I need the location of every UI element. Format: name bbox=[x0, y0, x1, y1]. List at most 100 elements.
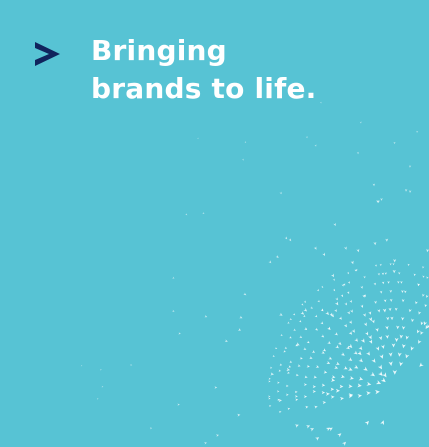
pattern-arrow-mark bbox=[423, 321, 428, 326]
brand-banner: Bringing brands to life. bbox=[0, 0, 429, 447]
pattern-arrow-mark bbox=[294, 390, 298, 394]
pattern-arrow-mark bbox=[393, 141, 396, 145]
pattern-arrow-mark bbox=[316, 288, 319, 292]
pattern-arrow-mark bbox=[363, 322, 367, 327]
pattern-arrow-mark bbox=[295, 398, 299, 402]
pattern-arrow-mark bbox=[80, 365, 83, 367]
pattern-arrow-mark bbox=[332, 278, 335, 281]
pattern-arrow-mark bbox=[347, 271, 349, 275]
pattern-arrow-mark bbox=[354, 269, 357, 272]
pattern-arrow-mark bbox=[214, 386, 218, 389]
pattern-arrow-mark bbox=[379, 290, 383, 294]
pattern-arrow-mark bbox=[373, 282, 376, 286]
pattern-arrow-mark bbox=[268, 395, 271, 398]
pattern-arrow-mark bbox=[269, 405, 272, 408]
pattern-arrow-mark bbox=[348, 384, 353, 389]
pattern-arrow-mark bbox=[366, 381, 372, 386]
pattern-arrow-mark bbox=[292, 313, 296, 316]
pattern-arrow-mark bbox=[310, 306, 313, 309]
pattern-arrow-mark bbox=[304, 375, 308, 379]
pattern-arrow-mark bbox=[270, 372, 274, 376]
pattern-arrow-mark bbox=[333, 222, 336, 227]
pattern-arrow-mark bbox=[398, 272, 401, 275]
pattern-arrow-mark bbox=[305, 136, 308, 139]
pattern-arrow-mark bbox=[393, 259, 397, 263]
pattern-arrow-mark bbox=[321, 383, 326, 387]
pattern-arrow-mark bbox=[202, 212, 205, 214]
pattern-arrow-mark bbox=[394, 337, 399, 342]
pattern-arrow-mark bbox=[342, 441, 346, 446]
pattern-arrow-mark bbox=[379, 263, 382, 267]
pattern-arrow-mark bbox=[274, 347, 278, 349]
pattern-arrow-mark bbox=[381, 281, 385, 285]
pattern-arrow-mark bbox=[368, 334, 372, 340]
pattern-arrow-mark bbox=[366, 391, 371, 396]
pattern-arrow-mark bbox=[306, 425, 311, 429]
pattern-arrow-mark bbox=[362, 313, 366, 317]
pattern-arrow-mark bbox=[320, 321, 324, 325]
pattern-arrow-mark bbox=[396, 325, 400, 330]
pattern-arrow-mark bbox=[335, 361, 340, 365]
pattern-arrow-mark bbox=[197, 137, 199, 140]
pattern-arrow-mark bbox=[357, 383, 362, 388]
pattern-arrow-mark bbox=[339, 397, 344, 401]
pattern-arrow-mark bbox=[402, 325, 406, 330]
pattern-arrow-mark bbox=[303, 308, 308, 312]
pattern-arrow-mark bbox=[413, 273, 416, 277]
pattern-arrow-mark bbox=[327, 340, 331, 344]
pattern-arrow-mark bbox=[306, 340, 310, 344]
pattern-arrow-mark bbox=[279, 191, 282, 195]
pattern-arrow-mark bbox=[325, 392, 330, 396]
pattern-arrow-mark bbox=[315, 365, 320, 368]
pattern-arrow-mark bbox=[382, 372, 387, 378]
pattern-arrow-mark bbox=[312, 385, 316, 389]
pattern-arrow-mark bbox=[314, 144, 317, 147]
pattern-arrow-mark bbox=[277, 390, 280, 393]
pattern-arrow-mark bbox=[328, 356, 333, 360]
pattern-arrow-mark bbox=[177, 403, 180, 406]
pattern-arrow-mark bbox=[321, 285, 324, 288]
pattern-arrow-mark bbox=[409, 165, 412, 168]
pattern-arrow-mark bbox=[389, 298, 393, 302]
pattern-arrow-mark bbox=[380, 198, 383, 201]
pattern-arrow-mark bbox=[314, 405, 318, 409]
pattern-arrow-mark bbox=[295, 395, 298, 398]
pattern-arrow-mark bbox=[380, 377, 386, 383]
pattern-arrow-mark bbox=[424, 303, 428, 308]
pattern-arrow-mark bbox=[343, 246, 347, 250]
pattern-arrow-mark bbox=[374, 300, 377, 304]
pattern-arrow-mark bbox=[204, 442, 207, 445]
pattern-arrow-mark bbox=[426, 276, 429, 279]
pattern-arrow-mark bbox=[334, 308, 337, 312]
pattern-arrow-mark bbox=[280, 333, 283, 336]
pattern-arrow-mark bbox=[350, 260, 354, 265]
pattern-arrow-mark bbox=[334, 365, 339, 369]
pattern-arrow-mark bbox=[354, 337, 358, 342]
pattern-arrow-mark bbox=[313, 375, 317, 379]
pattern-arrow-mark bbox=[204, 315, 208, 318]
pattern-arrow-mark bbox=[286, 384, 289, 388]
pattern-arrow-mark bbox=[377, 273, 380, 276]
pattern-arrow-mark bbox=[339, 384, 344, 389]
pattern-arrow-mark bbox=[329, 312, 333, 316]
pattern-arrow-mark bbox=[419, 362, 424, 367]
pattern-arrow-mark bbox=[314, 314, 318, 318]
pattern-arrow-mark bbox=[383, 299, 387, 303]
pattern-arrow-mark bbox=[426, 294, 429, 298]
pattern-arrow-mark bbox=[343, 323, 347, 328]
pattern-arrow-mark bbox=[268, 377, 271, 380]
pattern-arrow-mark bbox=[172, 276, 175, 279]
pattern-arrow-mark bbox=[389, 289, 393, 293]
pattern-arrow-mark bbox=[365, 331, 369, 336]
pattern-arrow-mark bbox=[375, 380, 382, 385]
pattern-arrow-mark bbox=[420, 321, 424, 326]
pattern-arrow-mark bbox=[303, 383, 307, 386]
pattern-arrow-mark bbox=[402, 343, 406, 349]
pattern-arrow-mark bbox=[300, 311, 305, 315]
pattern-arrow-mark bbox=[325, 311, 329, 315]
pattern-arrow-mark bbox=[287, 407, 291, 411]
pattern-arrow-mark bbox=[380, 420, 384, 426]
pattern-arrow-mark bbox=[334, 332, 338, 336]
pattern-arrow-mark bbox=[315, 437, 320, 441]
pattern-arrow-mark bbox=[237, 328, 242, 331]
